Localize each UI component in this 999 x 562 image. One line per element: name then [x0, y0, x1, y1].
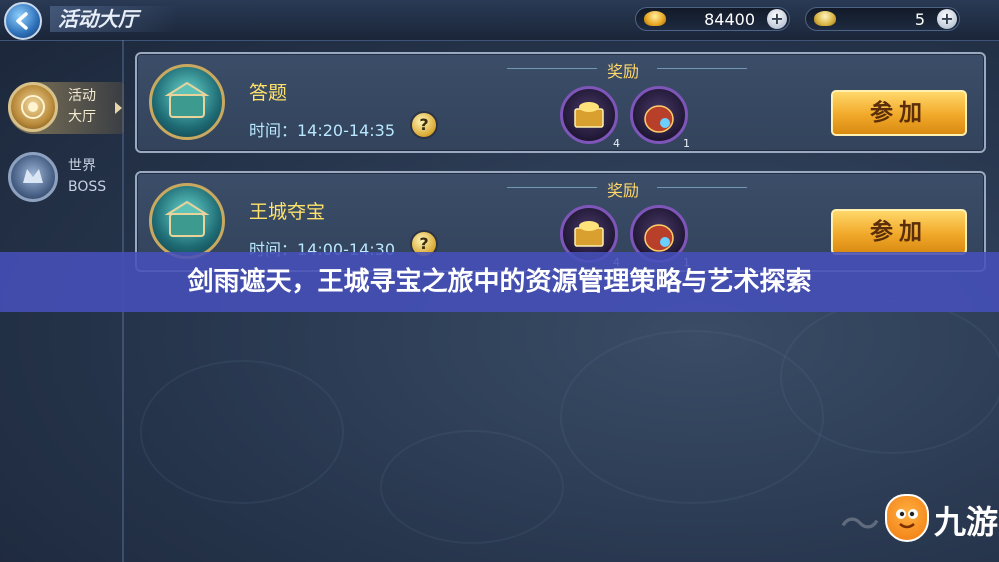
article-title-banner: 剑雨遮天，王城寻宝之旅中的资源管理策略与艺术探索	[0, 252, 999, 312]
sidebar-item-activity-hall[interactable]: 活动 大厅	[8, 82, 124, 134]
activity-card-quiz: 答题 时间：14:20-14:35 ? 奖励 4 1 参加	[135, 52, 986, 153]
top-bar: 活动大厅 84400 + 5 +	[0, 0, 999, 41]
divider	[507, 187, 597, 188]
divider	[657, 187, 747, 188]
activity-name: 答题	[249, 82, 288, 104]
background-swirl	[380, 430, 564, 544]
loot-bag-icon	[630, 86, 688, 144]
watermark-decoration: 〜	[840, 502, 880, 548]
reward-item[interactable]: 4	[560, 86, 620, 150]
reward-count: 4	[613, 137, 620, 150]
watermark-text: 九游	[934, 503, 999, 541]
add-silver-button[interactable]: +	[937, 9, 957, 29]
add-gold-button[interactable]: +	[767, 9, 787, 29]
silver-amount: 5	[914, 10, 925, 29]
divider	[657, 68, 747, 69]
help-button[interactable]: ?	[410, 111, 438, 139]
join-button[interactable]: 参加	[831, 90, 967, 136]
back-button[interactable]	[4, 2, 42, 40]
gold-amount: 84400	[704, 10, 755, 29]
treasure-chest-icon	[560, 86, 618, 144]
sidebar-item-world-boss[interactable]: 世界 BOSS	[8, 152, 124, 204]
divider	[507, 68, 597, 69]
page-title: 活动大厅	[50, 6, 178, 32]
activity-name: 王城夺宝	[249, 201, 326, 223]
jiuyou-logo-icon	[885, 494, 929, 542]
join-button[interactable]: 参加	[831, 209, 967, 255]
sidebar-item-label: 世界 BOSS	[68, 156, 106, 198]
reward-title: 奖励	[607, 62, 640, 81]
background-swirl	[140, 360, 344, 504]
activity-icon	[149, 64, 225, 140]
gold-ingot-icon	[644, 11, 666, 26]
world-boss-icon	[8, 152, 58, 202]
silver-ingot-icon	[814, 11, 836, 26]
reward-count: 1	[683, 137, 690, 150]
activity-time: 时间：14:20-14:35	[249, 121, 395, 140]
background-swirl	[780, 300, 999, 454]
sidebar-item-label: 活动 大厅	[68, 86, 96, 128]
label-line1: 世界	[68, 158, 96, 174]
chevron-right-icon	[115, 102, 122, 114]
reward-header: 奖励	[507, 58, 747, 81]
reward-title: 奖励	[607, 181, 640, 200]
gold-currency: 84400 +	[635, 7, 790, 31]
reward-item[interactable]: 1	[630, 86, 690, 150]
label-line2: 大厅	[68, 109, 96, 125]
activity-icon	[149, 183, 225, 259]
label-line2: BOSS	[68, 179, 107, 195]
silver-currency: 5 +	[805, 7, 960, 31]
activity-hall-icon	[8, 82, 58, 132]
label-line1: 活动	[68, 88, 96, 104]
reward-header: 奖励	[507, 177, 747, 200]
back-arrow-icon	[16, 12, 28, 30]
